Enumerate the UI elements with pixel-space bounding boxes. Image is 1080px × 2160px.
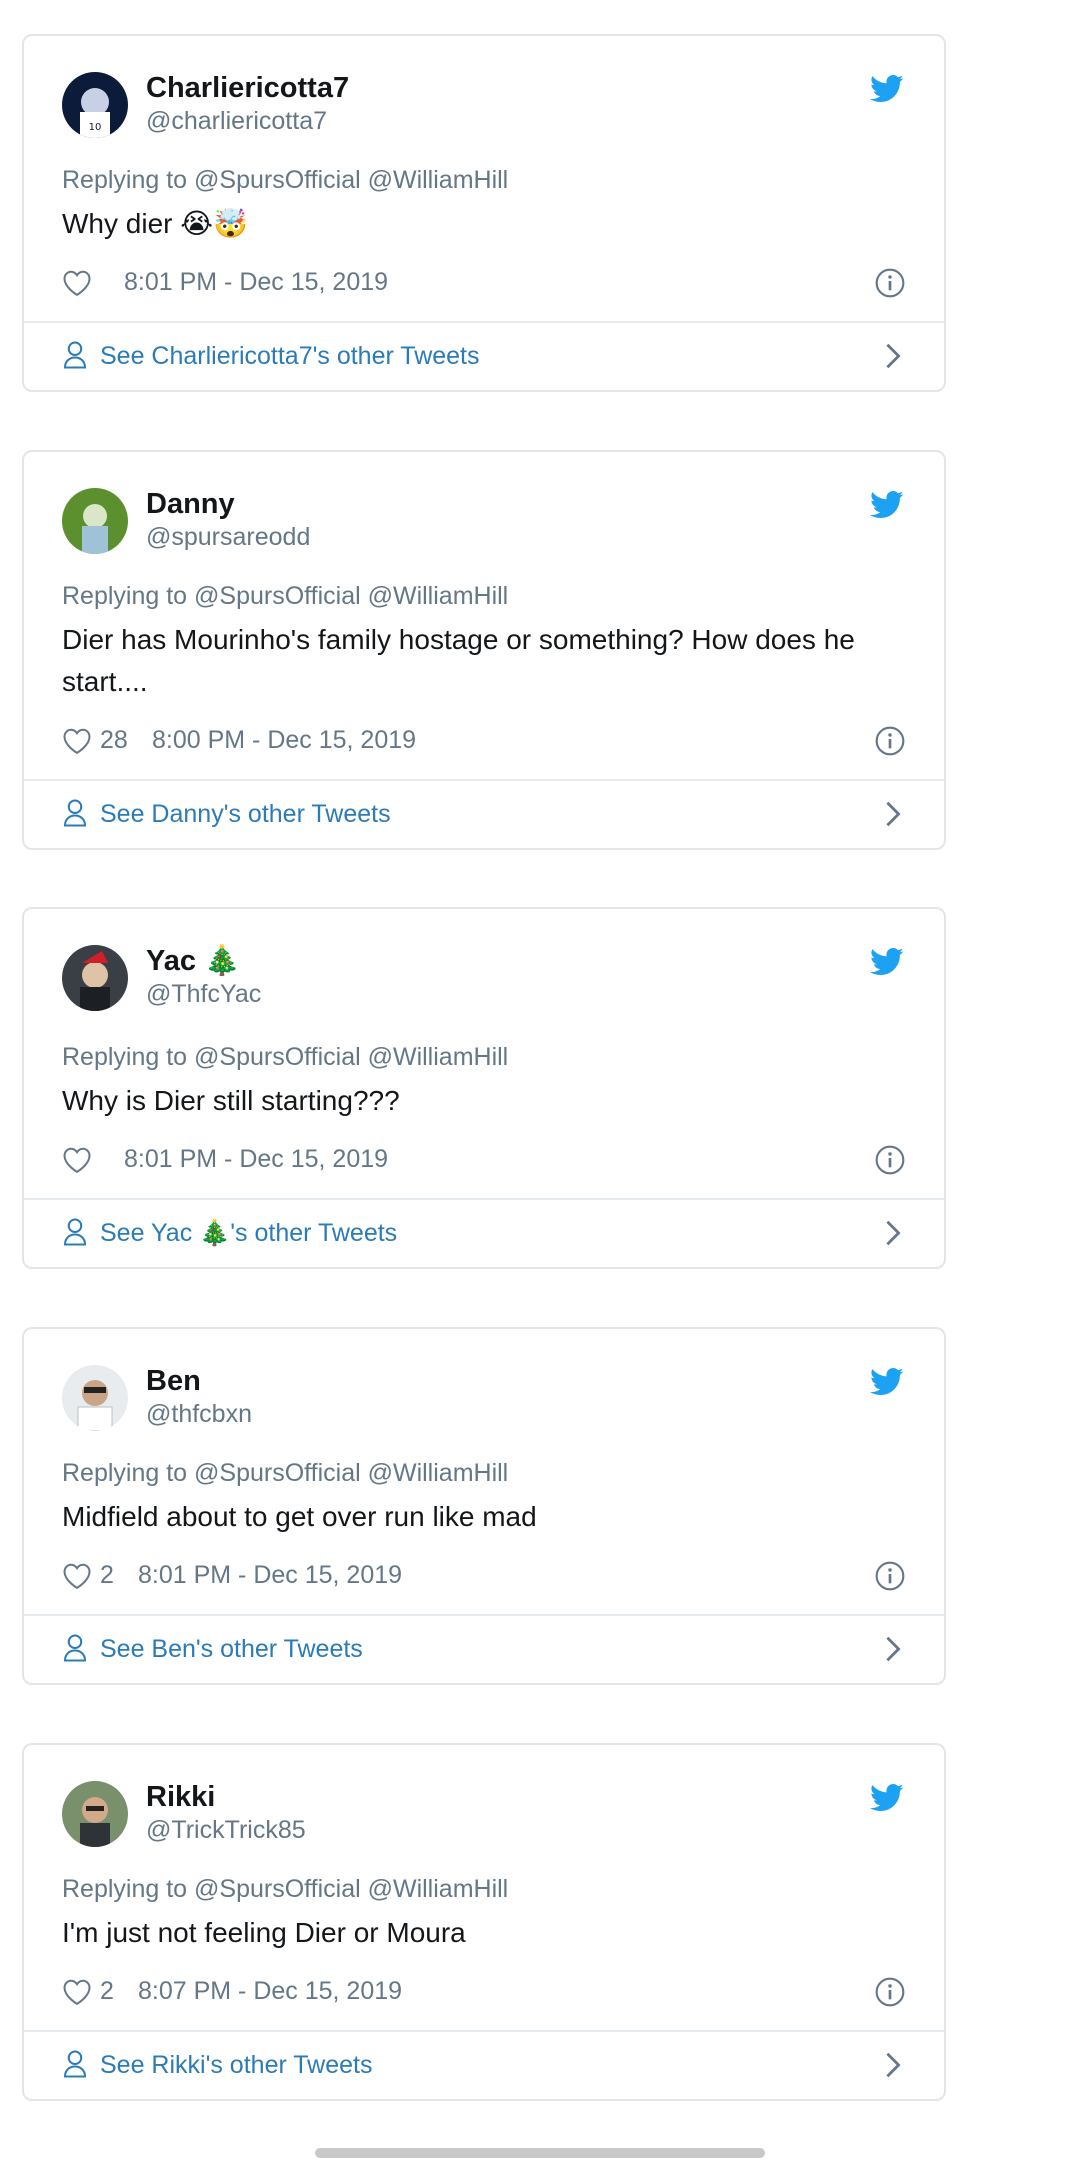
display-name[interactable]: Rikki (146, 1779, 306, 1815)
see-other-tweets-link[interactable]: See Yac 🎄's other Tweets (62, 1213, 908, 1253)
twitter-bird-icon[interactable] (870, 490, 904, 520)
divider (24, 1614, 944, 1616)
tweet-header: 10 Charliericotta7 @charliericotta7 (62, 72, 908, 142)
tweet-text: Why dier 😭🤯 (62, 208, 248, 239)
info-icon[interactable] (874, 1144, 906, 1176)
tweet-time[interactable]: 8:07 PM - Dec 15, 2019 (138, 1977, 402, 2006)
person-icon (63, 341, 87, 369)
display-name[interactable]: Charliericotta7 (146, 70, 349, 106)
divider (24, 2030, 944, 2032)
tweet-meta: 2 8:01 PM - Dec 15, 2019 (62, 1556, 908, 1596)
info-icon[interactable] (874, 1560, 906, 1592)
tweet-card: Danny @spursareodd Replying to @SpursOff… (22, 450, 946, 850)
tweet-text: I'm just not feeling Dier or Moura (62, 1917, 466, 1948)
tweet-header: Rikki @TrickTrick85 (62, 1781, 908, 1851)
tweet-time[interactable]: 8:01 PM - Dec 15, 2019 (138, 1561, 402, 1590)
chevron-right-icon[interactable] (884, 1219, 902, 1247)
tweet-time[interactable]: 8:00 PM - Dec 15, 2019 (152, 726, 416, 755)
avatar[interactable] (62, 945, 128, 1011)
tweet-meta: 2 8:07 PM - Dec 15, 2019 (62, 1972, 908, 2012)
tweet-time[interactable]: 8:01 PM - Dec 15, 2019 (124, 268, 388, 297)
see-other-tweets-link[interactable]: See Charliericotta7's other Tweets (62, 336, 908, 376)
heart-icon[interactable] (62, 1146, 92, 1174)
tweet-text: Dier has Mourinho's family hostage or so… (62, 624, 855, 697)
divider (24, 779, 944, 781)
like-count: 2 (100, 1977, 114, 2005)
replying-to: Replying to @SpursOfficial @WilliamHill (62, 1043, 509, 1071)
tweet-header: Ben @thfcbxn (62, 1365, 908, 1435)
tweet-text: Midfield about to get over run like mad (62, 1501, 537, 1532)
twitter-bird-icon[interactable] (870, 74, 904, 104)
tweet-time[interactable]: 8:01 PM - Dec 15, 2019 (124, 1145, 388, 1174)
info-icon[interactable] (874, 267, 906, 299)
see-other-tweets-link[interactable]: See Danny's other Tweets (62, 794, 908, 834)
avatar[interactable] (62, 488, 128, 554)
display-name[interactable]: Danny (146, 486, 310, 522)
see-other-tweets-label[interactable]: See Charliericotta7's other Tweets (100, 342, 480, 371)
user-names[interactable]: Danny @spursareodd (146, 486, 310, 552)
person-icon (63, 2050, 87, 2078)
see-other-tweets-link[interactable]: See Ben's other Tweets (62, 1629, 908, 1669)
chevron-right-icon[interactable] (884, 800, 902, 828)
avatar[interactable] (62, 1781, 128, 1847)
user-names[interactable]: Rikki @TrickTrick85 (146, 1779, 306, 1845)
heart-icon[interactable] (62, 269, 92, 297)
twitter-bird-icon[interactable] (870, 947, 904, 977)
tweet-meta: 8:01 PM - Dec 15, 2019 (62, 263, 908, 303)
chevron-right-icon[interactable] (884, 2051, 902, 2079)
user-names[interactable]: Charliericotta7 @charliericotta7 (146, 70, 349, 136)
heart-icon[interactable] (62, 727, 92, 755)
see-other-tweets-label[interactable]: See Yac 🎄's other Tweets (100, 1219, 397, 1248)
tweet-card: 10 Charliericotta7 @charliericotta7 Repl… (22, 34, 946, 392)
display-name[interactable]: Yac 🎄 (146, 943, 261, 979)
tweet-header: Yac 🎄 @ThfcYac (62, 945, 908, 1015)
like-count: 2 (100, 1561, 114, 1589)
horizontal-scrollbar[interactable] (315, 2148, 765, 2158)
tweet-header: Danny @spursareodd (62, 488, 908, 558)
see-other-tweets-label[interactable]: See Danny's other Tweets (100, 800, 391, 829)
person-icon (63, 1218, 87, 1246)
display-name[interactable]: Ben (146, 1363, 252, 1399)
avatar[interactable] (62, 1365, 128, 1431)
tweet-card: Rikki @TrickTrick85 Replying to @SpursOf… (22, 1743, 946, 2101)
twitter-bird-icon[interactable] (870, 1783, 904, 1813)
person-icon (63, 1634, 87, 1662)
user-names[interactable]: Ben @thfcbxn (146, 1363, 252, 1429)
tweet-card: Ben @thfcbxn Replying to @SpursOfficial … (22, 1327, 946, 1685)
replying-to: Replying to @SpursOfficial @WilliamHill (62, 1459, 509, 1487)
see-other-tweets-label[interactable]: See Ben's other Tweets (100, 1635, 363, 1664)
user-handle[interactable]: @charliericotta7 (146, 106, 349, 136)
user-handle[interactable]: @spursareodd (146, 522, 310, 552)
heart-icon[interactable] (62, 1978, 92, 2006)
see-other-tweets-link[interactable]: See Rikki's other Tweets (62, 2045, 908, 2085)
heart-icon[interactable] (62, 1562, 92, 1590)
twitter-bird-icon[interactable] (870, 1367, 904, 1397)
avatar[interactable]: 10 (62, 72, 128, 138)
user-names[interactable]: Yac 🎄 @ThfcYac (146, 943, 261, 1009)
info-icon[interactable] (874, 1976, 906, 2008)
replying-to: Replying to @SpursOfficial @WilliamHill (62, 1875, 509, 1903)
replying-to: Replying to @SpursOfficial @WilliamHill (62, 166, 509, 194)
divider (24, 1198, 944, 1200)
tweet-text: Why is Dier still starting??? (62, 1085, 400, 1116)
tweet-meta: 28 8:00 PM - Dec 15, 2019 (62, 721, 908, 761)
see-other-tweets-label[interactable]: See Rikki's other Tweets (100, 2051, 373, 2080)
info-icon[interactable] (874, 725, 906, 757)
tweet-card: Yac 🎄 @ThfcYac Replying to @SpursOfficia… (22, 907, 946, 1269)
tweet-meta: 8:01 PM - Dec 15, 2019 (62, 1140, 908, 1180)
person-icon (63, 799, 87, 827)
user-handle[interactable]: @TrickTrick85 (146, 1815, 306, 1845)
replying-to: Replying to @SpursOfficial @WilliamHill (62, 582, 509, 610)
user-handle[interactable]: @ThfcYac (146, 979, 261, 1009)
chevron-right-icon[interactable] (884, 1635, 902, 1663)
like-count: 28 (100, 726, 128, 754)
user-handle[interactable]: @thfcbxn (146, 1399, 252, 1429)
chevron-right-icon[interactable] (884, 342, 902, 370)
divider (24, 321, 944, 323)
svg-text:10: 10 (89, 122, 102, 133)
